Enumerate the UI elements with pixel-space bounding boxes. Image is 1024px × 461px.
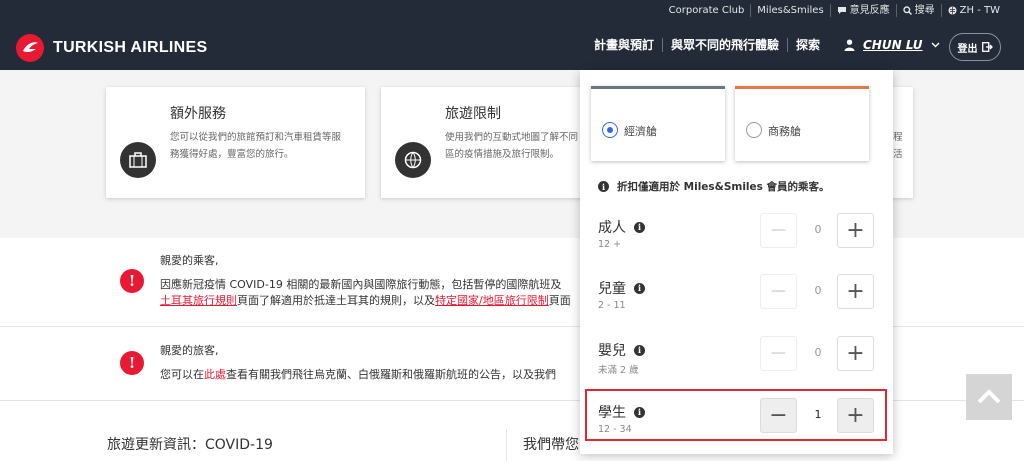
cabin-label: 經濟艙	[624, 125, 657, 138]
notice-greeting: 親愛的乘客,	[160, 254, 219, 267]
feedback-link[interactable]: 意見反應	[831, 4, 897, 17]
nav-experience[interactable]: 與眾不同的飛行體驗	[663, 38, 789, 52]
nav-plan-book[interactable]: 計畫與預訂	[586, 38, 664, 52]
card-text-line: 活	[893, 149, 903, 160]
child-increment-button[interactable]: +	[837, 274, 874, 309]
brand-name: TURKISH AIRLINES	[53, 39, 208, 56]
user-icon	[844, 39, 855, 51]
globe-icon	[948, 6, 957, 15]
extra-services-card[interactable]: 額外服務 您可以從我們的旅館預訂和汽車租賃等服 務獲得好處，豐富您的旅行。	[106, 87, 365, 198]
language-selector[interactable]: ZH - TW	[942, 4, 1006, 17]
passenger-row-child: 兒童 i 2 - 11 − 0 +	[580, 274, 893, 334]
card-title: 額外服務	[170, 106, 226, 122]
logout-icon	[981, 42, 993, 52]
chevron-down-icon	[931, 42, 940, 48]
passenger-row-adult: 成人 i 12 + − 0 +	[580, 213, 893, 273]
card-text-line: 區的疫情措施及旅行限制。	[445, 149, 560, 160]
infant-decrement-button[interactable]: −	[760, 336, 797, 371]
economy-cabin-option[interactable]: 經濟艙	[591, 86, 725, 161]
we-take-you-title: 我們帶您	[523, 437, 579, 453]
chevron-up-icon	[977, 389, 1001, 404]
infant-count: 0	[814, 346, 822, 359]
child-decrement-button[interactable]: −	[760, 274, 797, 309]
logout-button[interactable]: 登出	[949, 33, 1001, 61]
card-text-line: 程	[893, 132, 903, 143]
notice-text: 您可以在此處查看有關我們飛往烏克蘭、白俄羅斯和俄羅斯航班的公告，以及我們	[160, 368, 556, 381]
crane-logo-icon	[16, 34, 44, 62]
passenger-type: 嬰兒	[598, 343, 626, 359]
country-restrictions-link[interactable]: 特定國家/地區旅行限制	[435, 294, 549, 307]
info-icon[interactable]: i	[634, 282, 645, 294]
notice-text-line2: 土耳其旅行規則頁面了解適用於抵達土耳其的規則，以及特定國家/地區旅行限制頁面	[160, 294, 571, 307]
passenger-type: 兒童	[598, 281, 626, 297]
card-text-line: 使用我們的互動式地圖了解不同	[445, 132, 579, 143]
user-menu[interactable]: CHUN LU	[844, 38, 940, 52]
infant-increment-button[interactable]: +	[837, 336, 874, 371]
globe-plane-icon	[395, 142, 431, 178]
search-icon	[902, 6, 912, 15]
covid-updates-title: 旅遊更新資訊：COVID-19	[107, 437, 273, 453]
chat-bubble-icon	[837, 7, 846, 14]
passenger-type: 成人	[598, 220, 626, 236]
adult-decrement-button[interactable]: −	[760, 213, 797, 248]
business-radio[interactable]	[746, 122, 762, 138]
alert-icon: !	[120, 269, 144, 293]
utility-bar: Corporate Club Miles&Smiles 意見反應 搜尋 ZH -…	[0, 0, 1024, 22]
corporate-club-link[interactable]: Corporate Club	[663, 4, 752, 17]
cabin-label: 商務艙	[768, 125, 801, 138]
divider	[506, 429, 507, 461]
suitcase-icon	[120, 142, 156, 178]
here-link[interactable]: 此處	[204, 368, 226, 381]
notice-text: 因應新冠疫情 COVID-19 相關的最新國內與國際旅行動態，包括暫停的國際航班…	[160, 278, 562, 291]
economy-radio[interactable]	[602, 122, 618, 138]
discount-note: i 折扣僅適用於 Miles&Smiles 會員的乘客。	[598, 179, 830, 194]
student-row-highlight	[585, 389, 887, 441]
info-icon[interactable]: i	[634, 344, 645, 356]
info-icon[interactable]: i	[634, 221, 645, 233]
passenger-age: 2 - 11	[598, 300, 626, 311]
brand-logo[interactable]: TURKISH AIRLINES	[16, 34, 207, 62]
notice-greeting: 親愛的旅客,	[160, 344, 219, 357]
adult-increment-button[interactable]: +	[837, 213, 874, 248]
user-name: CHUN LU	[863, 38, 923, 52]
search-link[interactable]: 搜尋	[897, 4, 942, 17]
adult-count: 0	[814, 223, 822, 236]
passenger-age: 12 +	[598, 239, 622, 250]
turkey-travel-rules-link[interactable]: 土耳其旅行規則	[160, 294, 237, 307]
card-text-line: 務獲得好處，豐富您的旅行。	[170, 149, 294, 160]
passenger-row-infant: 嬰兒 i 未滿 2 歲 − 0 +	[580, 336, 893, 396]
card-title: 旅遊限制	[445, 106, 501, 122]
business-cabin-option[interactable]: 商務艙	[735, 86, 869, 161]
nav-explore[interactable]: 探索	[788, 38, 828, 52]
miles-smiles-link[interactable]: Miles&Smiles	[751, 4, 831, 17]
info-icon: i	[598, 181, 609, 192]
passenger-age: 未滿 2 歲	[598, 365, 639, 376]
child-count: 0	[814, 284, 822, 297]
main-navbar: TURKISH AIRLINES 計畫與預訂 與眾不同的飛行體驗 探索 CHUN…	[0, 22, 1024, 70]
alert-icon: !	[120, 351, 144, 375]
scroll-to-top-button[interactable]	[966, 374, 1012, 420]
card-text-line: 您可以從我們的旅館預訂和汽車租賃等服	[170, 132, 342, 143]
